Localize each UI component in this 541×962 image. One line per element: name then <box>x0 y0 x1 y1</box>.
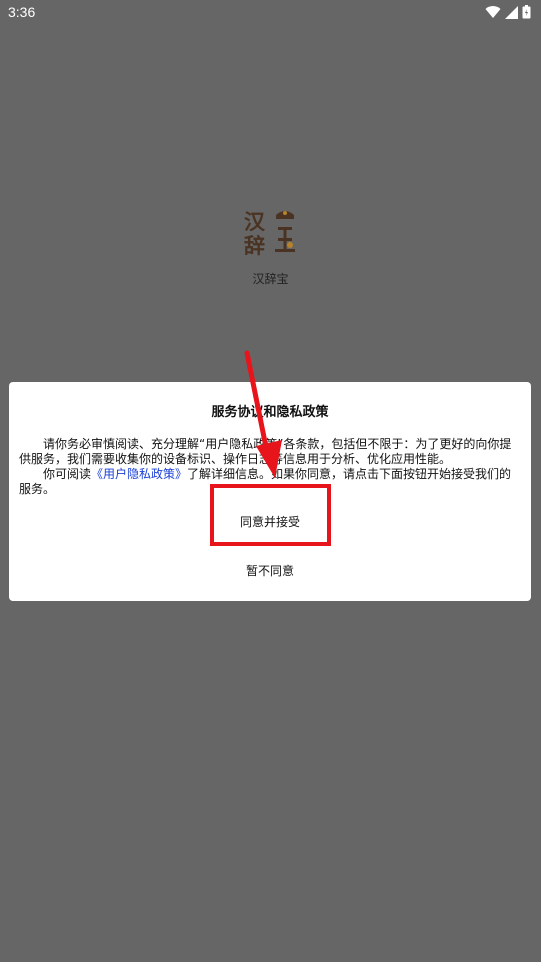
agree-button[interactable]: 同意并接受 <box>9 510 531 534</box>
app-logo: 汉 辞 <box>244 210 295 258</box>
cell-signal-icon <box>505 5 518 19</box>
dialog-paragraph-1: 请你务必审慎阅读、充分理解“用户隐私政策”各条款，包括但不限于：为了更好的向你提… <box>19 437 512 466</box>
wifi-icon <box>485 6 501 19</box>
status-icons <box>485 5 531 19</box>
app-name: 汉辞宝 <box>252 272 289 286</box>
logo-char-bottom: 辞 <box>244 234 265 258</box>
battery-icon <box>522 5 531 19</box>
privacy-policy-link[interactable]: 《用户隐私政策》 <box>91 467 187 481</box>
logo-char-top: 汉 <box>244 210 266 234</box>
dialog-title: 服务协议和隐私政策 <box>211 405 329 420</box>
status-bar: 3:36 <box>0 0 541 24</box>
paragraph-2-prefix: 你可阅读 <box>43 467 92 481</box>
dialog-body: 请你务必审慎阅读、充分理解“用户隐私政策”各条款，包括但不限于：为了更好的向你提… <box>19 437 521 497</box>
privacy-dialog: 服务协议和隐私政策 请你务必审慎阅读、充分理解“用户隐私政策”各条款，包括但不限… <box>9 382 531 601</box>
screen: 3:36 汉 辞 汉辞宝 服务协议和隐私政策 请你务必审慎阅读、充分理解“用户隐… <box>0 0 541 962</box>
status-time: 3:36 <box>8 4 36 20</box>
disagree-button[interactable]: 暂不同意 <box>9 560 531 582</box>
logo-treasure-mark <box>275 211 295 252</box>
dialog-paragraph-2: 你可阅读《用户隐私政策》了解详细信息。如果你同意，请点击下面按钮开始接受我们的服… <box>19 467 521 497</box>
